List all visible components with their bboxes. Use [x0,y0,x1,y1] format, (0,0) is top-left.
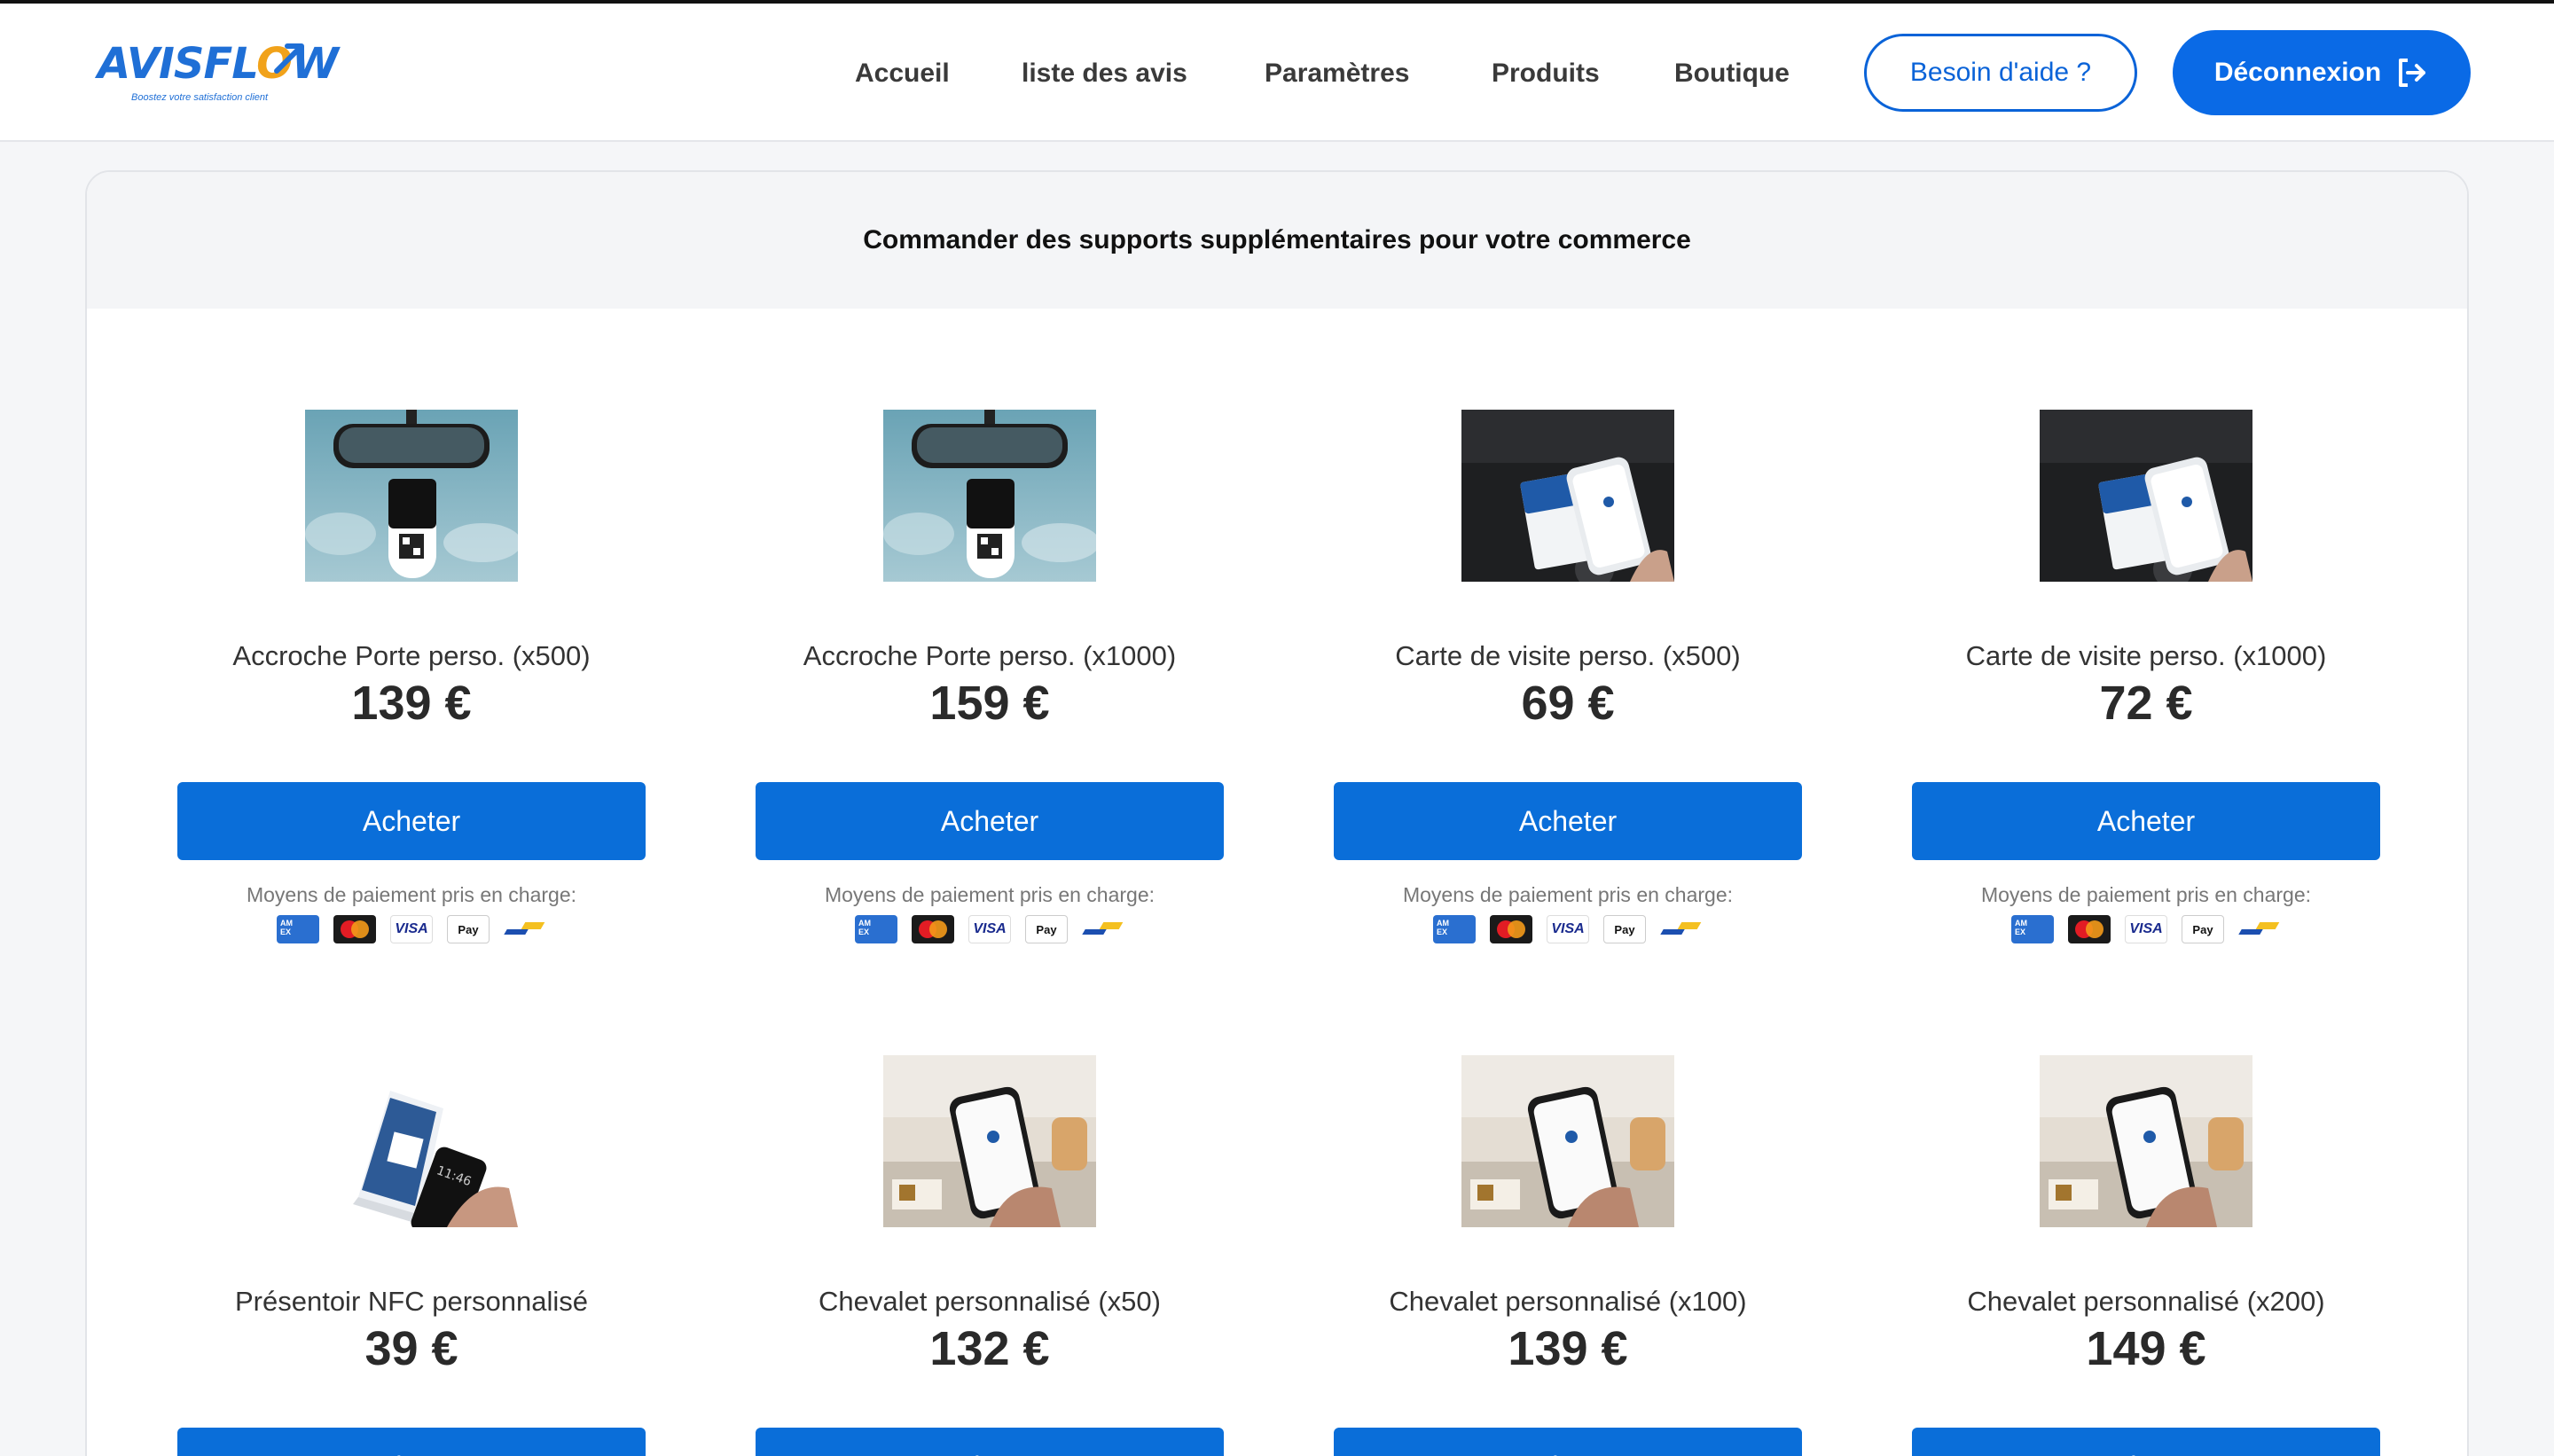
product-price: 72 € [2099,677,2193,730]
buy-button[interactable]: Acheter [756,782,1224,860]
product-name: Chevalet personnalisé (x50) [819,1286,1161,1317]
logo-arrow-icon [274,43,304,74]
nav-produits[interactable]: Produits [1492,59,1600,89]
buy-button[interactable]: Acheter [177,782,646,860]
product-price: 149 € [2086,1322,2206,1375]
apple-pay-icon: Pay [1025,915,1068,943]
buy-button[interactable]: Acheter [177,1428,646,1456]
amex-icon [855,915,897,943]
mastercard-icon [333,915,376,943]
apple-pay-icon: Pay [447,915,490,943]
payment-methods-label: Moyens de paiement pris en charge: [246,883,577,906]
product-name: Chevalet personnalisé (x200) [1967,1286,2325,1317]
buy-button[interactable]: Acheter [1334,782,1802,860]
payment-icons: VISA Pay [177,915,646,943]
product-price: 132 € [929,1322,1050,1375]
product-name: Accroche Porte perso. (x1000) [803,640,1177,671]
product-image-counter-stand[interactable] [1461,1055,1674,1227]
product-name: Accroche Porte perso. (x500) [232,640,591,671]
carte-bancaire-icon [1660,915,1703,943]
carte-bancaire-icon [2238,915,2281,943]
payment-icons: VISA Pay [1334,915,1802,943]
buy-button[interactable]: Acheter [1912,782,2380,860]
help-button-label: Besoin d'aide ? [1909,58,2092,87]
product-name: Carte de visite perso. (x1000) [1965,640,2327,671]
product-price: 39 € [364,1322,458,1375]
payment-icons: VISA Pay [1912,915,2380,943]
help-button[interactable]: Besoin d'aide ? [1864,34,2137,112]
payment-methods-label: Moyens de paiement pris en charge: [824,883,1156,906]
product-image-car-hanger[interactable] [305,410,518,582]
shop-title: Commander des supports supplémentaires p… [87,172,2467,309]
product-price: 69 € [1521,677,1615,730]
product-price: 139 € [1508,1322,1628,1375]
logout-icon [2399,59,2426,87]
mastercard-icon [912,915,954,943]
top-navbar: AVISFLOW Boostez votre satisfaction clie… [0,4,2554,142]
buy-button[interactable]: Acheter [1334,1428,1802,1456]
nav-parametres[interactable]: Paramètres [1265,59,1409,89]
product-name: Chevalet personnalisé (x100) [1389,1286,1747,1317]
product-price: 139 € [351,677,472,730]
visa-icon: VISA [390,915,433,943]
amex-icon [277,915,319,943]
apple-pay-icon: Pay [1603,915,1646,943]
product-name: Présentoir NFC personnalisé [234,1286,588,1317]
shop-card: Commander des supports supplémentaires p… [85,170,2469,1456]
amex-icon [2011,915,2054,943]
amex-icon [1433,915,1476,943]
carte-bancaire-icon [1082,915,1124,943]
logo-tagline: Boostez votre satisfaction client [131,92,269,103]
product-image-counter-stand[interactable] [2040,1055,2252,1227]
logout-button[interactable]: Déconnexion [2173,30,2471,115]
payment-methods-label: Moyens de paiement pris en charge: [1402,883,1734,906]
visa-icon: VISA [2125,915,2167,943]
payment-icons: VISA Pay [756,915,1224,943]
payment-methods-label: Moyens de paiement pris en charge: [1980,883,2312,906]
product-name: Carte de visite perso. (x500) [1395,640,1741,671]
nav-accueil[interactable]: Accueil [855,59,950,89]
mastercard-icon [1490,915,1532,943]
visa-icon: VISA [968,915,1011,943]
apple-pay-icon: Pay [2182,915,2224,943]
avisflow-logo[interactable]: AVISFLOW Boostez votre satisfaction clie… [98,39,339,112]
product-image-counter-stand[interactable] [883,1055,1096,1227]
product-image-business-card[interactable] [2040,410,2252,582]
product-image-business-card[interactable] [1461,410,1674,582]
buy-button[interactable]: Acheter [1912,1428,2380,1456]
carte-bancaire-icon [504,915,546,943]
nav-boutique[interactable]: Boutique [1674,59,1790,89]
buy-button[interactable]: Acheter [756,1428,1224,1456]
logout-button-label: Déconnexion [2213,58,2382,87]
product-image-car-hanger[interactable] [883,410,1096,582]
mastercard-icon [2068,915,2111,943]
product-image-nfc-display[interactable]: 11:46 [305,1055,518,1227]
product-price: 159 € [929,677,1050,730]
visa-icon: VISA [1547,915,1589,943]
nav-liste-des-avis[interactable]: liste des avis [1022,59,1187,89]
